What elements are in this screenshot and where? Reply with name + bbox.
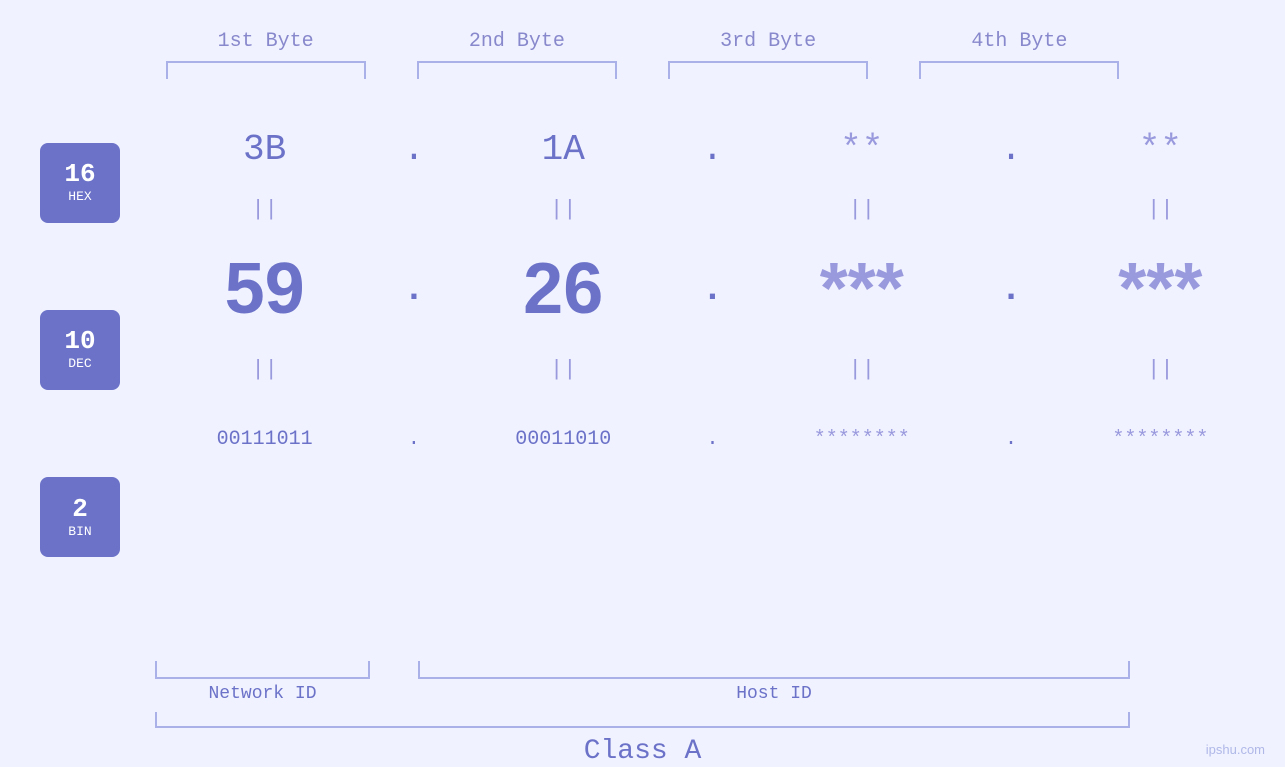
bin-values-row: 00111011 . 00011010 . ******** . *******…	[140, 389, 1285, 489]
top-brackets	[0, 61, 1285, 79]
network-host-labels: Network ID Host ID	[155, 684, 1130, 704]
dec-byte1: 59	[165, 248, 365, 330]
hex-byte2: 1A	[463, 129, 663, 170]
eq4: ||	[1060, 197, 1260, 222]
bin-byte2: 00011010	[463, 428, 663, 451]
bracket-byte2	[417, 61, 617, 79]
eq8: ||	[1060, 357, 1260, 382]
bottom-brackets-area: Network ID Host ID	[0, 661, 1285, 704]
full-width-bracket-area	[0, 712, 1285, 728]
host-id-label: Host ID	[418, 684, 1130, 704]
byte-headers-row: 1st Byte 2nd Byte 3rd Byte 4th Byte	[0, 30, 1285, 53]
dec-values-row: 59 . 26 . *** . ***	[140, 229, 1285, 349]
class-row: Class A	[0, 736, 1285, 767]
bin-dot1: .	[394, 428, 434, 451]
hex-dot3: .	[991, 129, 1031, 170]
bracket-byte1	[166, 61, 366, 79]
main-container: 1st Byte 2nd Byte 3rd Byte 4th Byte 16 H…	[0, 0, 1285, 767]
hex-byte4: **	[1060, 129, 1260, 170]
dec-dot2: .	[692, 269, 732, 310]
bin-byte1: 00111011	[165, 428, 365, 451]
hex-values-row: 3B . 1A . ** . **	[140, 89, 1285, 189]
bin-byte3: ********	[762, 428, 962, 451]
class-label: Class A	[584, 736, 702, 767]
bracket-byte4	[919, 61, 1119, 79]
byte4-header: 4th Byte	[919, 30, 1119, 53]
dec-dot1: .	[394, 269, 434, 310]
eq5: ||	[165, 357, 365, 382]
data-column: 3B . 1A . ** . ** || || || || 59	[140, 89, 1285, 661]
dec-byte4: ***	[1060, 248, 1260, 330]
eq6: ||	[463, 357, 663, 382]
hex-byte3: **	[762, 129, 962, 170]
byte3-header: 3rd Byte	[668, 30, 868, 53]
eq1: ||	[165, 197, 365, 222]
bin-dot2: .	[692, 428, 732, 451]
equals-row-1: || || || ||	[140, 189, 1285, 229]
eq3: ||	[762, 197, 962, 222]
dec-dot3: .	[991, 269, 1031, 310]
dot-spacer	[370, 661, 418, 679]
dec-byte3: ***	[762, 248, 962, 330]
host-bracket	[418, 661, 1130, 679]
bracket-byte3	[668, 61, 868, 79]
hex-dot1: .	[394, 129, 434, 170]
hex-badge: 16 HEX	[40, 143, 120, 223]
network-bracket	[155, 661, 370, 679]
full-width-bracket	[155, 712, 1130, 728]
bin-byte4: ********	[1060, 428, 1260, 451]
byte1-header: 1st Byte	[166, 30, 366, 53]
network-id-label: Network ID	[155, 684, 370, 704]
byte2-header: 2nd Byte	[417, 30, 617, 53]
watermark: ipshu.com	[1206, 742, 1265, 757]
network-host-brackets	[155, 661, 1130, 679]
bin-badge: 2 BIN	[40, 477, 120, 557]
dec-byte2: 26	[463, 248, 663, 330]
hex-byte1: 3B	[165, 129, 365, 170]
hex-dot2: .	[692, 129, 732, 170]
dec-badge: 10 DEC	[40, 310, 120, 390]
eq7: ||	[762, 357, 962, 382]
eq2: ||	[463, 197, 663, 222]
main-grid: 16 HEX 10 DEC 2 BIN 3B . 1A . ** . **	[0, 89, 1285, 661]
bin-dot3: .	[991, 428, 1031, 451]
equals-row-2: || || || ||	[140, 349, 1285, 389]
badges-column: 16 HEX 10 DEC 2 BIN	[0, 89, 140, 661]
